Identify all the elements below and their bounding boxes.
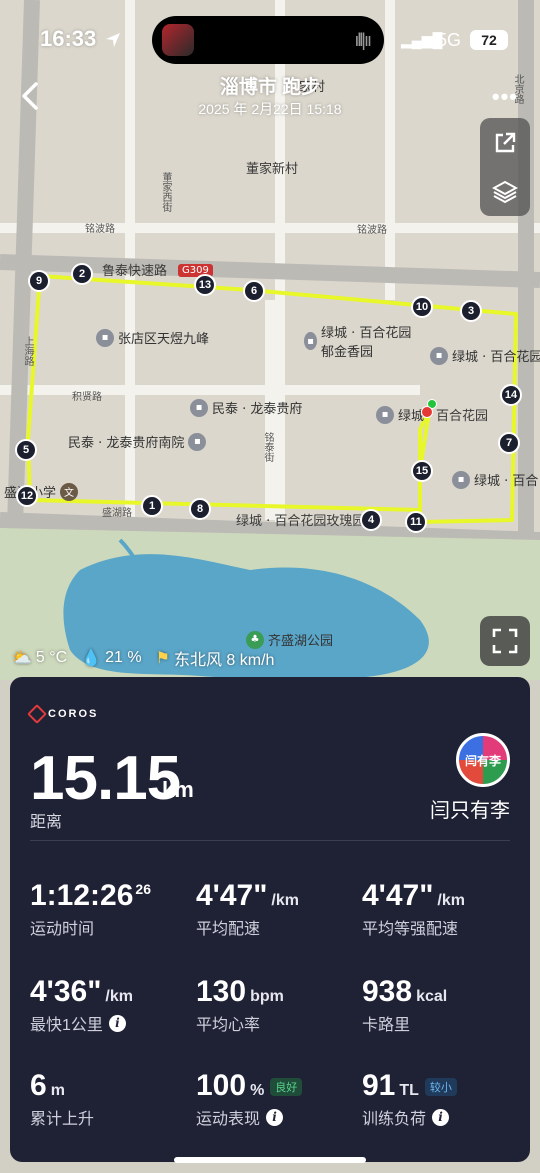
stat-training-load: 91 TL 较小 训练负荷 i (362, 1069, 457, 1129)
avatar[interactable]: 闫有李 (456, 733, 510, 787)
weather-bar: ⛅ 5 °C 💧 21 % ⚑ 东北风 8 km/h (12, 646, 282, 670)
app-icon (162, 24, 194, 56)
km-marker-10[interactable]: 10 (411, 296, 433, 318)
map-label-jixian-road: 积贤路 (72, 392, 102, 403)
page-title: 淄博市 跑步 (219, 77, 321, 98)
poi-lvcheng-1: ▪ 绿城 · 百合花园郁金香园 (304, 322, 424, 360)
expand-icon (492, 628, 518, 654)
info-icon[interactable]: i (108, 1014, 126, 1032)
home-indicator[interactable] (174, 1157, 366, 1163)
distance-unit: km (162, 777, 194, 802)
map-label-dongjia-road: 董家西街 (160, 172, 171, 212)
distance-label: 距离 (30, 814, 63, 831)
km-marker-12[interactable]: 12 (16, 485, 38, 507)
building-icon: ▪ (304, 332, 318, 350)
building-icon: ▪ (188, 432, 207, 451)
divider (30, 840, 510, 841)
stat-avg-pace: 4'47"/km 平均配速 (196, 879, 299, 938)
school-icon: 文 (60, 482, 79, 501)
battery-level: 72 (481, 32, 497, 48)
map-label-baihe: 百合花园 (436, 409, 489, 424)
stat-time: 1:12:26 26 运动时间 (30, 879, 151, 938)
stat-heart-rate: 130 bpm 平均心率 (196, 975, 284, 1034)
km-marker-3[interactable]: 3 (460, 300, 482, 322)
building-icon: ▪ (376, 405, 394, 424)
km-marker-6[interactable]: 6 (243, 280, 265, 302)
poi-lvcheng-3: ▪ 绿城 (376, 405, 424, 424)
map-label-mingbo-road-east: 铭波路 (357, 225, 387, 236)
km-marker-7[interactable]: 7 (498, 432, 520, 454)
km-marker-15[interactable]: 15 (411, 460, 433, 482)
map-tools-panel (480, 118, 530, 216)
building-icon: ▪ (452, 470, 470, 489)
more-button[interactable]: ••• (492, 84, 518, 110)
more-dots-icon: ••• (491, 84, 518, 109)
building-icon: ▪ (190, 398, 208, 417)
stat-elevation-gain: 6m 累计上升 (30, 1069, 95, 1128)
km-marker-14[interactable]: 14 (500, 384, 522, 406)
end-point-icon (421, 406, 433, 418)
km-marker-9[interactable]: 9 (28, 270, 50, 292)
map-label-mingbo-road: 铭波路 (85, 224, 115, 235)
status-bar: 16:33 ıll|ıı ▂▄▆█ 5G 72 (0, 0, 540, 80)
fullscreen-button[interactable] (480, 616, 530, 666)
partly-cloudy-icon: ⛅ (12, 650, 32, 667)
dynamic-island[interactable]: ıll|ıı (152, 16, 384, 64)
building-icon: ▪ (430, 346, 448, 365)
weather-wind: ⚑ 东北风 8 km/h (155, 650, 275, 669)
coros-logo: COROS (27, 704, 98, 724)
map-label-lutai: 鲁泰快速路 (102, 264, 168, 279)
water-drop-icon: 💧 (81, 650, 102, 667)
activity-summary-card: COROS 15.15 km 距离 闫有李 闫只有李 1:12:26 26 运动时… (10, 677, 530, 1162)
location-arrow-icon (106, 33, 120, 47)
share-icon (495, 132, 516, 152)
poi-minta-2: 民泰 · 龙泰贵府南院 ▪ (68, 432, 207, 451)
network-type: 5G (437, 30, 462, 50)
poi-zhangdian: ▪ 张店区天煜九峰 (96, 328, 209, 347)
info-icon[interactable]: i (266, 1108, 284, 1126)
km-marker-13[interactable]: 13 (194, 274, 216, 296)
weather-temp: ⛅ 5 °C (12, 649, 68, 667)
distance-value: 15.15 (30, 744, 181, 813)
map-label-shenghu-road: 盛湖路 (102, 508, 132, 519)
map-label-mingjing: 铭泰街 (262, 432, 273, 462)
map-layers-button[interactable] (480, 167, 530, 216)
poi-lvcheng-2: ▪ 绿城 · 百合花园 (430, 346, 540, 365)
poi-lvcheng-4: ▪ 绿城 · 百合 (452, 470, 538, 489)
battery-icon: 72 (470, 30, 508, 50)
stat-fastest-km: 4'36"/km 最快1公里 i (30, 975, 133, 1034)
poi-minta-1: ▪ 民泰 · 龙泰贵府 (190, 398, 302, 417)
km-marker-5[interactable]: 5 (15, 439, 37, 461)
building-icon: ▪ (96, 328, 114, 347)
stat-performance: 100% 良好 运动表现 i (196, 1069, 303, 1129)
wind-icon: ⚑ (155, 650, 170, 667)
info-icon[interactable]: i (432, 1108, 450, 1126)
activity-datetime: 2025 年 2月22日 15:18 (198, 101, 342, 117)
map-label-dongjia: 董家新村 (246, 162, 299, 177)
poi-school: 盛湖小学文 (4, 482, 79, 501)
coros-mark-icon (27, 704, 47, 724)
audio-wave-icon: ıll|ıı (354, 30, 372, 50)
status-badge: 较小 (424, 1078, 457, 1097)
stat-avg-gap: 4'47"/km 平均等强配速 (362, 879, 465, 938)
km-marker-1[interactable]: 1 (141, 495, 163, 517)
stat-calories: 938 kcal 卡路里 (362, 975, 448, 1034)
km-marker-11[interactable]: 11 (405, 511, 427, 533)
km-marker-4[interactable]: 4 (360, 509, 382, 531)
status-time: 16:33 (40, 26, 97, 51)
username: 闫只有李 (430, 800, 510, 822)
map-label-shanghai-road: 上海路 (22, 336, 33, 366)
share-button[interactable] (480, 118, 530, 167)
map-label-lvcheng-5: 绿城 · 百合花园玫瑰园 (236, 514, 366, 529)
weather-humidity: 💧 21 % (81, 649, 142, 667)
status-badge: 良好 (270, 1078, 303, 1097)
km-marker-8[interactable]: 8 (189, 498, 211, 520)
km-marker-2[interactable]: 2 (71, 263, 93, 285)
layers-icon (492, 180, 518, 203)
